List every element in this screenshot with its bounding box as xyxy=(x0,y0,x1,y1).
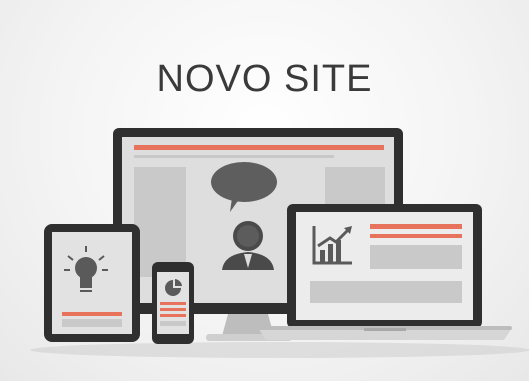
monitor-header-bar xyxy=(134,145,384,150)
monitor-sidebar-panel xyxy=(134,167,186,277)
smartphone xyxy=(152,262,194,344)
tablet xyxy=(44,224,140,342)
laptop xyxy=(258,204,512,340)
devices-illustration xyxy=(30,128,529,358)
